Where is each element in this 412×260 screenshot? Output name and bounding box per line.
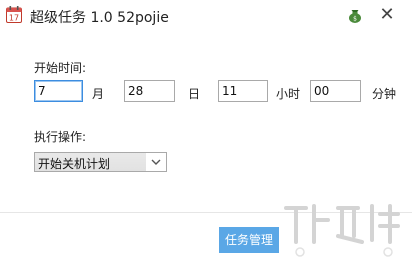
task-management-button[interactable]: 任务管理	[219, 227, 279, 253]
start-time-label: 开始时间:	[34, 61, 87, 75]
hour-unit-label: 小时	[276, 87, 301, 101]
minute-input[interactable]	[310, 80, 361, 102]
action-dropdown-value: 开始关机计划	[38, 157, 111, 171]
close-button[interactable]: ✕	[377, 5, 397, 25]
action-dropdown[interactable]: 开始关机计划	[34, 152, 167, 172]
calendar-icon-text: 17	[9, 14, 19, 23]
money-bag-icon[interactable]: $	[348, 8, 362, 23]
svg-text:$: $	[353, 16, 357, 23]
minute-unit-label: 分钟	[372, 87, 397, 101]
hour-input[interactable]	[218, 80, 268, 102]
day-input[interactable]	[124, 80, 175, 102]
calendar-icon: 17	[6, 6, 22, 23]
month-input[interactable]	[34, 80, 83, 102]
window-title: 超级任务 1.0 52pojie	[30, 10, 169, 26]
action-label: 执行操作:	[34, 130, 87, 144]
month-unit-label: 月	[92, 87, 105, 101]
day-unit-label: 日	[188, 87, 201, 101]
download-site-watermark-logo	[284, 204, 400, 257]
title-bar: 17 超级任务 1.0 52pojie $ ✕	[0, 0, 412, 32]
chevron-down-icon	[151, 159, 161, 165]
